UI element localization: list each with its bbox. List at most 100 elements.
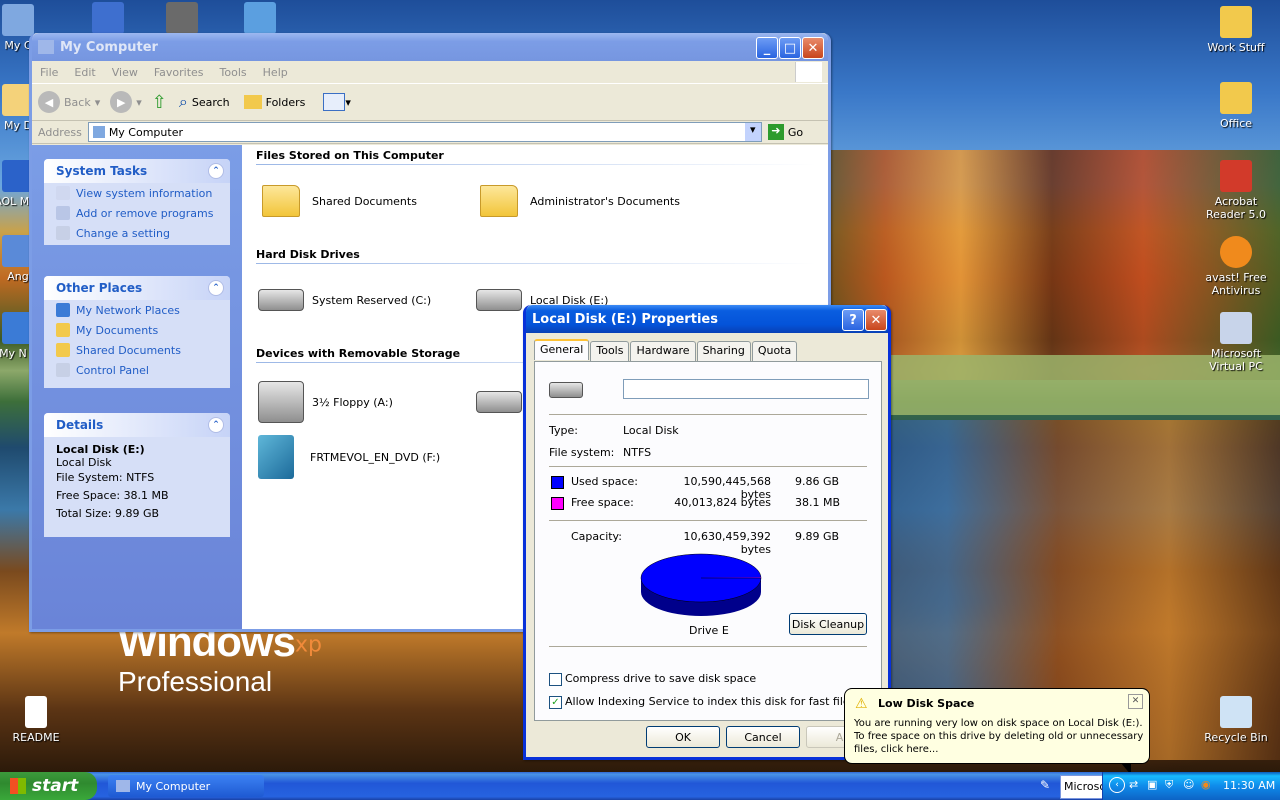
avast-tray-icon[interactable]: ◉: [1201, 778, 1211, 791]
tab-quota[interactable]: Quota: [751, 341, 798, 362]
tray-expand-icon[interactable]: ‹: [1109, 777, 1125, 793]
floppy-drive-icon: [258, 381, 304, 423]
desktop-icon-acrobat[interactable]: Acrobat Reader 5.0: [1196, 160, 1276, 221]
address-bar: Address My Computer ▾ ➜ Go: [32, 121, 828, 144]
item-drive-c[interactable]: System Reserved (C:): [258, 289, 431, 311]
properties-titlebar[interactable]: Local Disk (E:) Properties ? ✕: [526, 305, 888, 333]
collapse-chevron-icon[interactable]: ⌃: [208, 417, 224, 433]
help-button[interactable]: ?: [842, 309, 864, 331]
place-my-documents[interactable]: My Documents: [44, 320, 230, 340]
desktop-icon-work-stuff[interactable]: Work Stuff: [1196, 6, 1276, 54]
item-shared-documents[interactable]: Shared Documents: [262, 185, 417, 217]
disk-cleanup-button[interactable]: Disk Cleanup: [789, 613, 867, 635]
place-control-panel[interactable]: Control Panel: [44, 360, 230, 380]
go-arrow-icon[interactable]: ➜: [767, 124, 784, 140]
cancel-button[interactable]: Cancel: [726, 726, 800, 748]
group-hdd-heading: Hard Disk Drives: [256, 248, 360, 261]
folders-icon[interactable]: [243, 95, 262, 109]
pen-icon[interactable]: ✎: [1040, 778, 1050, 792]
taskbar: start My Computer ✎ Microsof ‹ ⇄ ▣ ⛨ ☺ ◉…: [0, 772, 1280, 800]
tab-sharing[interactable]: Sharing: [696, 341, 751, 362]
my-computer-titlebar[interactable]: My Computer _ □ ✕: [32, 33, 828, 61]
item-dvd-f[interactable]: FRTMEVOL_EN_DVD (F:): [258, 435, 440, 479]
tab-general[interactable]: General: [534, 339, 590, 360]
dialog-title: Local Disk (E:) Properties: [532, 311, 718, 327]
low-disk-space-balloon[interactable]: ⚠ Low Disk Space ✕ You are running very …: [844, 688, 1150, 775]
go-button[interactable]: Go: [788, 126, 803, 139]
item-floppy-a[interactable]: 3½ Floppy (A:): [258, 381, 393, 423]
other-places-header[interactable]: Other Places ⌃: [44, 276, 230, 300]
desktop-icon-virtual-pc[interactable]: Microsoft Virtual PC: [1196, 312, 1276, 373]
desktop-icon-top-1[interactable]: [88, 2, 128, 37]
tab-tools[interactable]: Tools: [590, 341, 630, 362]
messenger-tray-icon[interactable]: ☺: [1183, 778, 1194, 791]
divider: [549, 466, 867, 467]
network-tray-icon[interactable]: ⇄: [1129, 778, 1138, 791]
menu-tools[interactable]: Tools: [212, 66, 255, 79]
desktop-icon-label: avast! Free Antivirus: [1205, 271, 1267, 297]
up-folder-icon[interactable]: ⇧: [152, 92, 167, 113]
place-shared-documents[interactable]: Shared Documents: [44, 340, 230, 360]
compress-checkbox[interactable]: [549, 673, 562, 686]
task-change-setting[interactable]: Change a setting: [44, 223, 230, 243]
forward-arrow-icon[interactable]: ▶: [110, 91, 133, 113]
search-button[interactable]: Search: [192, 96, 230, 109]
windows-logo-icon: [10, 778, 26, 794]
desktop-icon-recycle-bin[interactable]: Recycle Bin: [1196, 696, 1276, 744]
search-icon[interactable]: ⌕: [179, 92, 188, 112]
folder-icon: [480, 185, 518, 217]
close-button[interactable]: ✕: [802, 37, 824, 59]
folder-icon: [56, 343, 70, 357]
drive-label: Drive E: [689, 624, 729, 637]
menu-view[interactable]: View: [104, 66, 146, 79]
back-dropdown-icon[interactable]: ▾: [95, 96, 101, 109]
security-tray-icon[interactable]: ⛨: [1165, 778, 1173, 792]
toolbar: ◀ Back ▾ ▶ ▾ ⇧ ⌕ Search Folders ▾: [32, 84, 828, 121]
place-my-network-places[interactable]: My Network Places: [44, 300, 230, 320]
tab-hardware[interactable]: Hardware: [630, 341, 696, 362]
address-dropdown-icon[interactable]: ▾: [744, 123, 761, 141]
desktop-icon-readme[interactable]: README: [0, 696, 76, 744]
desktop-icon-office[interactable]: Office: [1196, 82, 1276, 130]
folders-button[interactable]: Folders: [266, 96, 306, 109]
menu-file[interactable]: File: [32, 66, 66, 79]
desktop-icon-top-3[interactable]: [240, 2, 280, 37]
close-button[interactable]: ✕: [865, 309, 887, 331]
app-icon: [92, 2, 124, 34]
task-view-system-info[interactable]: View system information: [44, 183, 230, 203]
balloon-text: You are running very low on disk space o…: [854, 718, 1144, 755]
address-field[interactable]: My Computer ▾: [87, 122, 762, 142]
desktop-icon-top-2[interactable]: [162, 2, 202, 37]
address-label: Address: [38, 125, 82, 139]
desktop-icon-avast[interactable]: avast! Free Antivirus: [1196, 236, 1276, 297]
back-arrow-icon[interactable]: ◀: [38, 91, 60, 113]
start-button[interactable]: start: [0, 772, 97, 800]
views-icon[interactable]: [323, 93, 346, 111]
balloon-close-icon[interactable]: ✕: [1128, 694, 1143, 709]
menu-edit[interactable]: Edit: [66, 66, 103, 79]
item-administrators-documents[interactable]: Administrator's Documents: [480, 185, 680, 217]
back-button-label[interactable]: Back: [64, 96, 91, 109]
taskbar-item-my-computer[interactable]: My Computer: [108, 775, 264, 797]
monitor-tray-icon[interactable]: ▣: [1147, 778, 1157, 791]
menu-favorites[interactable]: Favorites: [146, 66, 212, 79]
minimize-button[interactable]: _: [756, 37, 778, 59]
task-add-remove-programs[interactable]: Add or remove programs: [44, 203, 230, 223]
language-bar-button[interactable]: Microsof: [1060, 775, 1107, 799]
clock[interactable]: 11:30 AM: [1223, 779, 1275, 792]
collapse-chevron-icon[interactable]: ⌃: [208, 280, 224, 296]
volume-label-input[interactable]: [623, 379, 869, 399]
details-header[interactable]: Details ⌃: [44, 413, 230, 437]
item-removable-hidden[interactable]: [476, 391, 530, 413]
menu-help[interactable]: Help: [255, 66, 296, 79]
maximize-button[interactable]: □: [779, 37, 801, 59]
indexing-checkbox[interactable]: ✓: [549, 696, 562, 709]
group-divider: [256, 263, 816, 264]
capacity-label: Capacity:: [571, 530, 622, 543]
forward-dropdown-icon[interactable]: ▾: [136, 96, 142, 109]
collapse-chevron-icon[interactable]: ⌃: [208, 163, 224, 179]
views-dropdown-icon[interactable]: ▾: [345, 96, 351, 109]
ok-button[interactable]: OK: [646, 726, 720, 748]
place-label: Control Panel: [76, 363, 149, 377]
system-tasks-header[interactable]: System Tasks ⌃: [44, 159, 230, 183]
